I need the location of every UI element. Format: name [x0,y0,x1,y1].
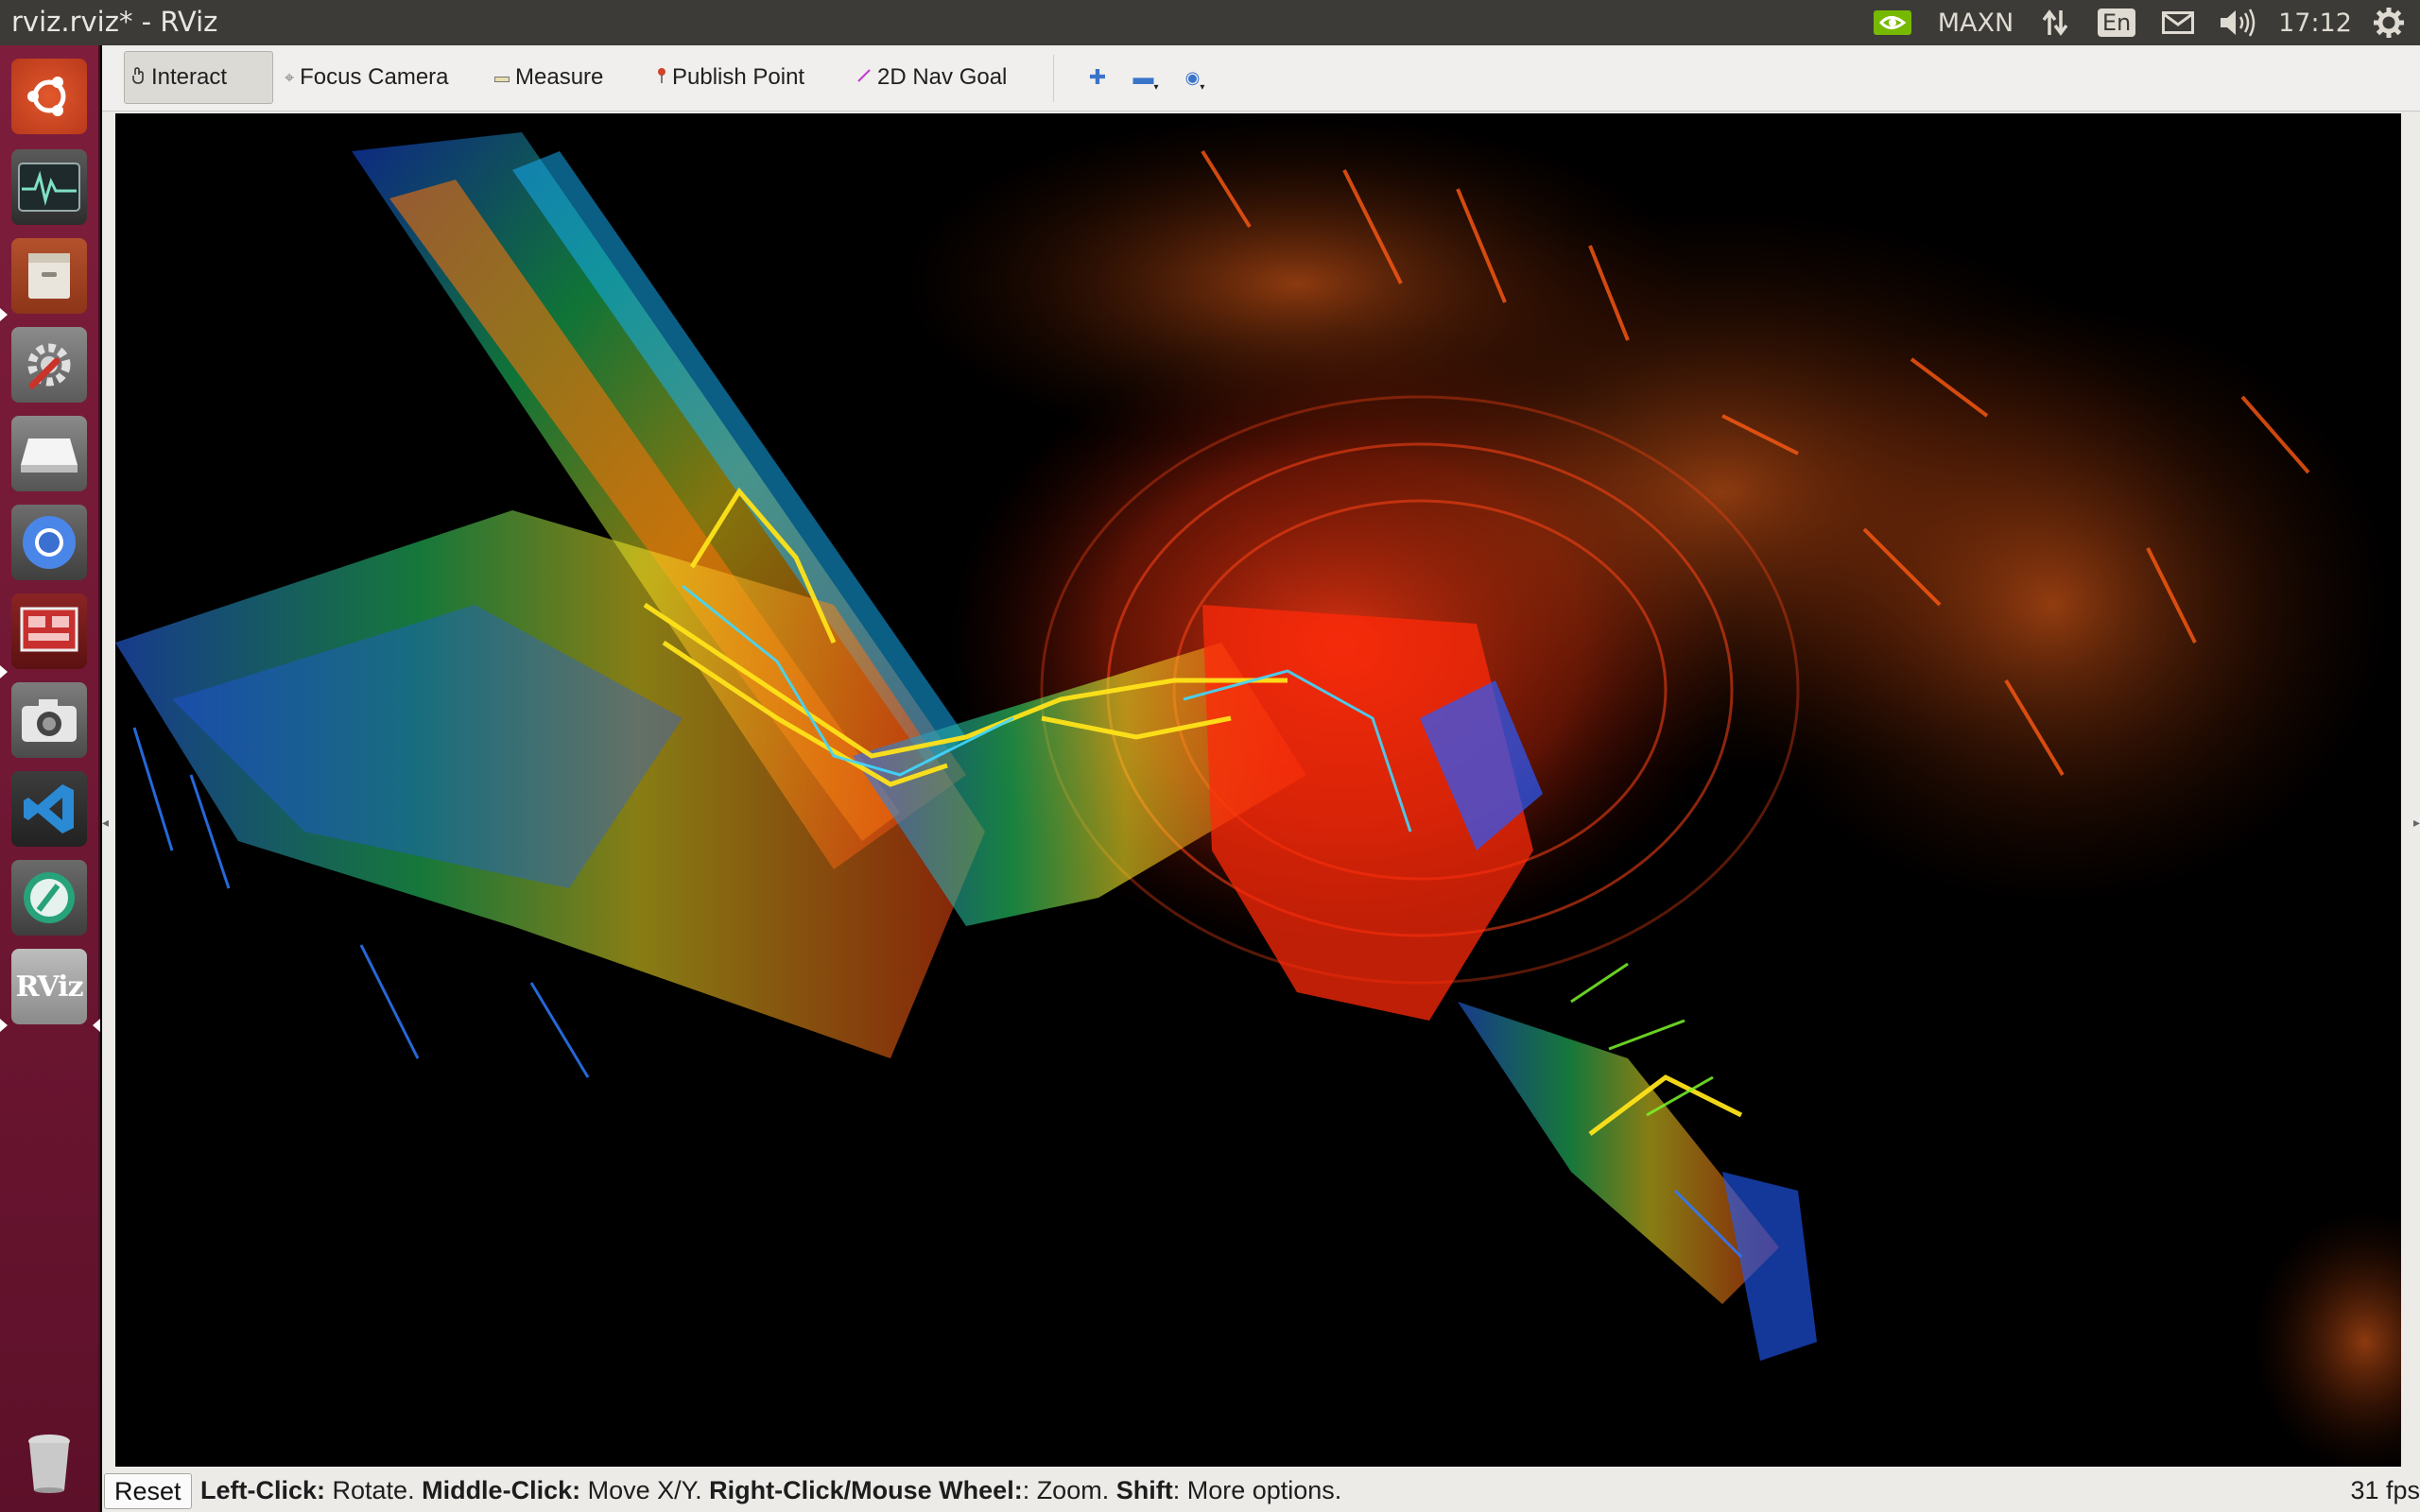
tool-measure[interactable]: Measure [487,51,611,104]
tool-measure-label: Measure [515,64,604,90]
drive-launcher[interactable] [11,416,87,491]
left-dock-handle[interactable]: ◂ [102,816,112,844]
running-indicator [0,665,8,679]
map-pin-icon [657,67,666,89]
system-monitor-launcher[interactable] [11,149,87,225]
system-cleaner-launcher[interactable] [11,860,87,936]
hand-icon [132,66,146,89]
ubuntu-logo-icon [27,77,66,116]
running-indicator [0,1019,8,1032]
files-launcher[interactable] [11,238,87,314]
hint-text: : More options. [1172,1476,1342,1504]
system-settings-launcher[interactable] [11,327,87,403]
clock[interactable]: 17:12 [2273,0,2358,45]
tool-2d-nav-goal-label: 2D Nav Goal [877,64,1008,90]
network-arrows-icon[interactable] [2034,0,2076,45]
ruler-icon [494,68,510,88]
launcher: RViz [0,45,100,1512]
tool-publish-point[interactable]: Publish Point [649,51,812,104]
drive-icon [21,438,78,472]
tool-interact[interactable]: Interact [124,51,273,104]
tool-2d-nav-goal[interactable]: 2D Nav Goal [849,51,1014,104]
hint-key-left-click: Left-Click: [200,1476,326,1504]
broom-icon [24,872,75,923]
power-mode-indicator[interactable]: MAXN [1928,0,2023,45]
rviz-launcher[interactable]: RViz [11,949,87,1024]
focused-indicator [93,1019,100,1032]
file-cabinet-icon [28,253,70,299]
3d-viewport[interactable] [115,113,2401,1467]
settings-wrench-icon [27,343,71,389]
rviz-window: Interact ⌖ Focus Camera Measure Publish … [102,45,2420,1512]
chromium-launcher[interactable] [11,505,87,580]
camera-icon [22,699,77,742]
hint-text: Rotate. [325,1476,423,1504]
tool-focus-camera-label: Focus Camera [300,64,449,90]
activity-graph-icon [18,163,80,212]
tool-publish-point-label: Publish Point [672,64,805,90]
mail-icon[interactable] [2157,0,2199,45]
chromium-icon [23,516,76,569]
hint-key-right-click: Right-Click/Mouse Wheel: [709,1476,1023,1504]
crosshair-icon: ⌖ [285,67,295,87]
vscode-launcher[interactable] [11,771,87,847]
tool-interact-label: Interact [151,64,228,90]
view-options-icon[interactable]: ◉ ▾ [1176,51,1214,104]
right-dock-handle[interactable]: ▸ [2411,816,2420,844]
camera-launcher[interactable] [11,682,87,758]
mouse-hint: Left-Click: Rotate. Middle-Click: Move X… [200,1476,1341,1505]
top-panel: rviz.rviz* - RViz MAXN En 17:12 [0,0,2420,45]
hint-text: : Zoom. [1022,1476,1116,1504]
rviz-icon: RViz [15,970,83,1004]
presentation-icon [20,607,78,652]
reset-button[interactable]: Reset [104,1473,192,1509]
add-tool-icon[interactable]: ✚ [1080,51,1115,104]
point-cloud-render [115,113,2401,1467]
running-indicator [0,308,8,321]
volume-icon[interactable] [2216,0,2259,45]
trash-icon [28,1435,70,1493]
remove-tool-icon[interactable]: ▬ ▾ [1127,51,1165,104]
nav-arrow-icon [856,68,872,88]
ubuntu-dash-button[interactable] [11,59,87,134]
vscode-icon [24,784,74,833]
keyboard-layout-label: En [2097,9,2136,37]
hint-key-shift: Shift [1115,1476,1173,1504]
fps-counter: 31 fps [2350,1476,2420,1504]
tool-focus-camera[interactable]: ⌖ Focus Camera [277,51,457,104]
toolbar-separator [1053,55,1054,102]
nvidia-icon[interactable] [1872,0,1913,45]
hint-text: Move X/Y. [580,1476,710,1504]
gear-icon[interactable] [2367,0,2411,45]
tool-toolbar: Interact ⌖ Focus Camera Measure Publish … [102,45,2420,112]
presentation-launcher[interactable] [11,593,87,669]
hint-key-middle-click: Middle-Click: [422,1476,581,1504]
trash-launcher[interactable] [11,1425,87,1501]
window-title: rviz.rviz* - RViz [11,6,218,38]
status-bar: Reset Left-Click: Rotate. Middle-Click: … [102,1469,2420,1512]
keyboard-layout-indicator[interactable]: En [2097,0,2136,45]
